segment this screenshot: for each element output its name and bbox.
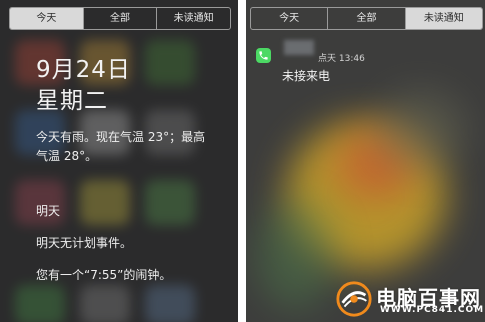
unread-panel: 今天 全部 未读通知 点天 13:46 未接来电 [246, 0, 485, 322]
blurred-wallpaper [256, 200, 336, 310]
tab-today[interactable]: 今天 [251, 8, 329, 29]
blurred-dock-icon [80, 285, 130, 322]
weekday-label: 星期二 [36, 88, 108, 114]
missed-call-notification[interactable]: 未接来电 [282, 67, 330, 84]
tab-bar: 今天 全部 未读通知 [250, 7, 483, 30]
watermark-url: WWW.PC841.COM [380, 305, 485, 315]
tab-bar: 今天 全部 未读通知 [9, 7, 231, 30]
blurred-wallpaper [376, 90, 466, 170]
tab-unread[interactable]: 未读通知 [405, 8, 482, 29]
phone-icon[interactable] [256, 48, 271, 63]
tomorrow-heading: 明天 [36, 204, 61, 218]
today-panel: 今天 全部 未读通知 9月24日 星期二 今天有雨。现在气温 23°；最高 气温… [0, 0, 238, 322]
tab-today[interactable]: 今天 [10, 8, 84, 29]
blurred-dock-icon [145, 285, 195, 322]
blurred-app-icon [80, 180, 130, 225]
date-label: 9月24日 [36, 57, 131, 83]
tab-all[interactable]: 全部 [328, 8, 406, 29]
phone-handset-icon [259, 51, 268, 60]
blurred-app-icon [145, 180, 195, 225]
weather-summary-line2: 气温 28°。 [36, 149, 98, 163]
notification-time: 点天 13:46 [318, 54, 365, 64]
tomorrow-events: 明天无计划事件。 [36, 236, 133, 250]
tab-unread[interactable]: 未读通知 [157, 8, 230, 29]
weather-summary-line1: 今天有雨。现在气温 23°；最高 [36, 130, 206, 144]
site-logo-icon [336, 281, 372, 317]
alarm-info: 您有一个“7:55”的闹钟。 [36, 268, 172, 282]
tab-all[interactable]: 全部 [84, 8, 158, 29]
blurred-sender-name [284, 40, 314, 55]
blurred-app-icon [145, 40, 195, 85]
blurred-dock-icon [15, 285, 65, 322]
